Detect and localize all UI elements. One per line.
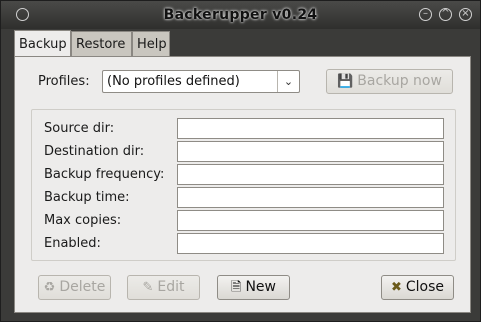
backup-time-field[interactable]	[177, 187, 444, 208]
close-icon: ✖	[390, 280, 402, 295]
backup-panel: Profiles: (No profiles defined) ⌄ 💾 Backu…	[14, 56, 471, 313]
maximize-icon[interactable]: ^	[439, 8, 452, 21]
backup-frequency-label: Backup frequency:	[44, 167, 165, 182]
profiles-dropdown[interactable]: (No profiles defined) ⌄	[102, 70, 300, 93]
app-window: Backerupper v0.24 – ^ × Backup Restore H…	[0, 0, 481, 322]
source-dir-label: Source dir:	[44, 121, 115, 136]
tab-backup[interactable]: Backup	[14, 30, 71, 57]
delete-button[interactable]: ♻ Delete	[38, 275, 111, 300]
profiles-label: Profiles:	[38, 74, 90, 89]
backup-now-button[interactable]: 💾 Backup now	[326, 69, 453, 94]
delete-label: Delete	[59, 279, 106, 295]
backup-time-label: Backup time:	[44, 190, 130, 205]
max-copies-field[interactable]	[177, 210, 444, 231]
title-bar[interactable]: Backerupper v0.24 – ^ ×	[1, 1, 480, 29]
close-button[interactable]: ✖ Close	[381, 275, 454, 300]
trash-icon: ♻	[43, 280, 56, 295]
new-label: New	[245, 279, 276, 295]
edit-button[interactable]: ✎ Edit	[127, 275, 200, 300]
enabled-label: Enabled:	[44, 236, 101, 251]
close-icon[interactable]: ×	[459, 8, 472, 21]
tab-help[interactable]: Help	[132, 31, 170, 56]
minimize-icon[interactable]: –	[419, 8, 432, 21]
new-document-icon: 🗎	[231, 280, 242, 295]
floppy-disk-icon: 💾	[337, 74, 354, 89]
chevron-down-icon[interactable]: ⌄	[277, 71, 299, 92]
new-button[interactable]: 🗎 New	[217, 275, 290, 300]
backup-now-label: Backup now	[357, 73, 442, 89]
window-title: Backerupper v0.24	[163, 7, 318, 23]
destination-dir-label: Destination dir:	[44, 144, 145, 159]
tab-restore[interactable]: Restore	[71, 31, 132, 56]
edit-icon: ✎	[142, 280, 154, 295]
close-label: Close	[405, 279, 445, 295]
enabled-field[interactable]	[177, 233, 444, 254]
edit-label: Edit	[157, 279, 185, 295]
profiles-selected: (No profiles defined)	[107, 74, 240, 89]
source-dir-field[interactable]	[177, 118, 444, 139]
max-copies-label: Max copies:	[44, 213, 122, 228]
backup-frequency-field[interactable]	[177, 164, 444, 185]
destination-dir-field[interactable]	[177, 141, 444, 162]
